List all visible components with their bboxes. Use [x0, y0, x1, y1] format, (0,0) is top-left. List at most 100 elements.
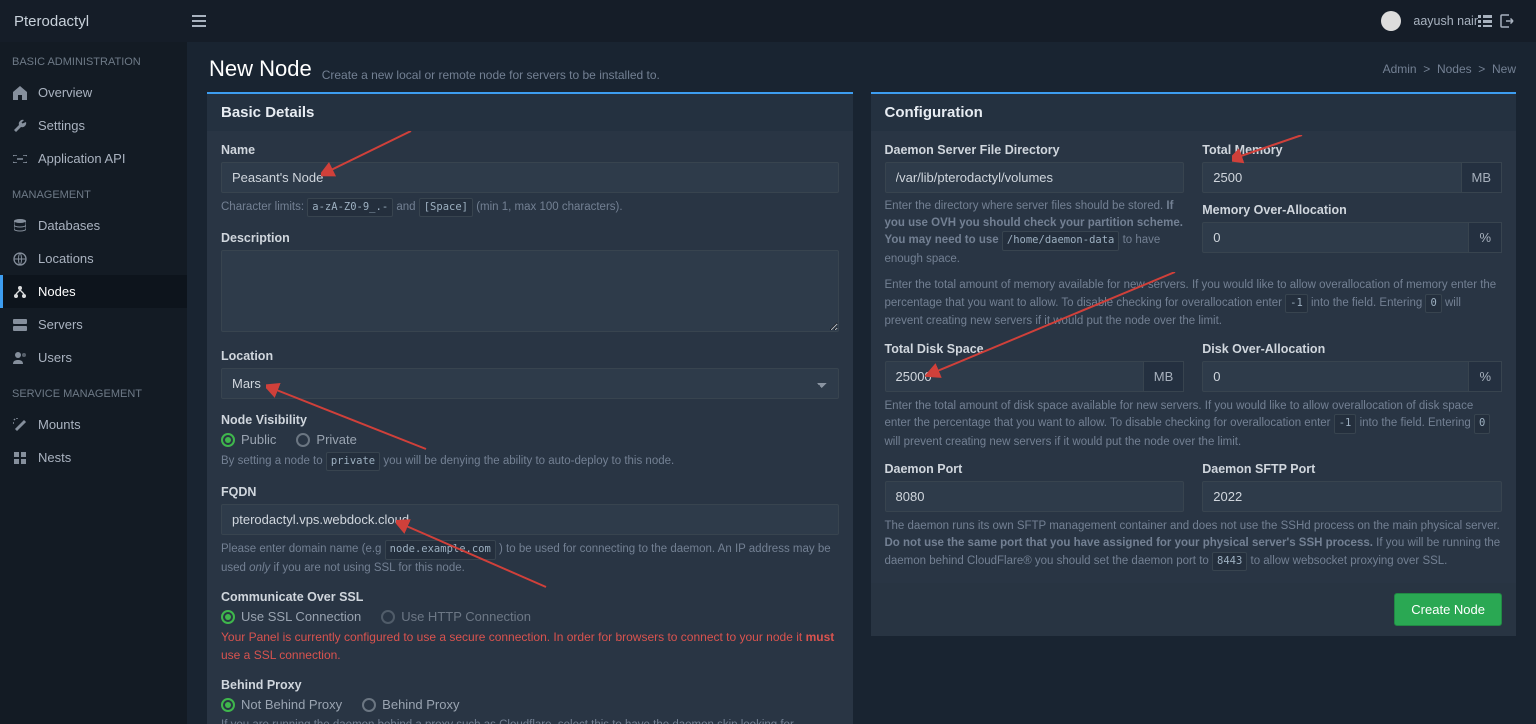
memory-label: Total Memory: [1202, 143, 1502, 157]
disk-help: Enter the total amount of disk space ava…: [885, 398, 1503, 451]
sidebar-item-servers[interactable]: Servers: [0, 308, 187, 341]
fqdn-input[interactable]: [221, 504, 839, 535]
location-select[interactable]: Mars: [221, 368, 839, 399]
radio-dot-icon: [296, 433, 310, 447]
list-icon: [1478, 15, 1492, 27]
avatar: [1381, 11, 1401, 31]
visibility-help: By setting a node to private you will be…: [221, 452, 839, 471]
memover-label: Memory Over-Allocation: [1202, 203, 1502, 217]
visibility-private-radio[interactable]: Private: [296, 432, 356, 447]
memory-help: Enter the total amount of memory availab…: [885, 277, 1503, 330]
radio-dot-icon: [221, 610, 235, 624]
sidebar-toggle[interactable]: [184, 11, 214, 31]
dir-input[interactable]: [885, 162, 1185, 193]
visibility-label: Node Visibility: [221, 413, 839, 427]
fqdn-help: Please enter domain name (e.g node.examp…: [221, 540, 839, 576]
sidebar-item-mounts[interactable]: Mounts: [0, 408, 187, 441]
sidebar-label: Nodes: [38, 284, 76, 299]
radio-dot-icon: [381, 610, 395, 624]
daemon-port-label: Daemon Port: [885, 462, 1185, 476]
memory-unit: MB: [1462, 162, 1503, 193]
home-icon: [12, 86, 28, 100]
description-input[interactable]: [221, 250, 839, 332]
page-title: New Node: [209, 56, 312, 82]
disk-label: Total Disk Space: [885, 342, 1185, 356]
name-label: Name: [221, 143, 839, 157]
fqdn-label: FQDN: [221, 485, 839, 499]
top-bar: Pterodactyl aayush nair: [0, 0, 1536, 42]
sidebar-item-overview[interactable]: Overview: [0, 76, 187, 109]
magic-icon: [12, 418, 28, 432]
sidebar-item-nests[interactable]: Nests: [0, 441, 187, 474]
side-header-basic: BASIC ADMINISTRATION: [0, 42, 187, 76]
dir-label: Daemon Server File Directory: [885, 143, 1185, 157]
ssl-label: Communicate Over SSL: [221, 590, 839, 604]
radio-dot-icon: [221, 433, 235, 447]
visibility-public-radio[interactable]: Public: [221, 432, 276, 447]
sftp-port-input[interactable]: [1202, 481, 1502, 512]
breadcrumb-admin[interactable]: Admin: [1383, 62, 1417, 76]
exit-admin-button[interactable]: [1478, 15, 1500, 27]
ssl-http-radio[interactable]: Use HTTP Connection: [381, 609, 531, 624]
sidebar-item-users[interactable]: Users: [0, 341, 187, 374]
panel-header: Configuration: [871, 94, 1517, 131]
sidebar-label: Databases: [38, 218, 100, 233]
sftp-port-label: Daemon SFTP Port: [1202, 462, 1502, 476]
page-subtitle: Create a new local or remote node for se…: [322, 68, 660, 82]
daemon-port-input[interactable]: [885, 481, 1185, 512]
memory-input[interactable]: [1202, 162, 1461, 193]
hamburger-icon: [192, 15, 206, 27]
user-menu[interactable]: aayush nair: [1381, 11, 1478, 31]
breadcrumb: Admin > Nodes > New: [1383, 62, 1516, 76]
users-icon: [12, 352, 28, 364]
dir-help: Enter the directory where server files s…: [885, 198, 1185, 267]
sidebar: BASIC ADMINISTRATION Overview Settings A…: [0, 42, 187, 724]
proxy-behind-radio[interactable]: Behind Proxy: [362, 697, 459, 712]
grid-icon: [12, 452, 28, 464]
proxy-none-radio[interactable]: Not Behind Proxy: [221, 697, 342, 712]
proxy-label: Behind Proxy: [221, 678, 839, 692]
port-help: The daemon runs its own SFTP management …: [885, 518, 1503, 571]
diskover-unit: %: [1469, 361, 1502, 392]
sidebar-item-nodes[interactable]: Nodes: [0, 275, 187, 308]
server-icon: [12, 319, 28, 331]
radio-dot-icon: [221, 698, 235, 712]
breadcrumb-current: New: [1492, 62, 1516, 76]
disk-input[interactable]: [885, 361, 1144, 392]
sidebar-item-api[interactable]: Application API: [0, 142, 187, 175]
database-icon: [12, 219, 28, 233]
proxy-help: If you are running the daemon behind a p…: [221, 717, 839, 724]
page-header: New Node Create a new local or remote no…: [187, 42, 1536, 92]
sidebar-item-settings[interactable]: Settings: [0, 109, 187, 142]
sidebar-label: Nests: [38, 450, 71, 465]
description-label: Description: [221, 231, 839, 245]
memover-unit: %: [1469, 222, 1502, 253]
breadcrumb-nodes[interactable]: Nodes: [1437, 62, 1472, 76]
sidebar-label: Servers: [38, 317, 83, 332]
sidebar-label: Application API: [38, 151, 125, 166]
sidebar-label: Users: [38, 350, 72, 365]
name-input[interactable]: [221, 162, 839, 193]
side-header-management: MANAGEMENT: [0, 175, 187, 209]
logout-button[interactable]: [1500, 14, 1522, 28]
diskover-label: Disk Over-Allocation: [1202, 342, 1502, 356]
name-help: Character limits: a-zA-Z0-9_.- and [Spac…: [221, 198, 839, 217]
nodes-icon: [12, 285, 28, 299]
basic-details-panel: Basic Details Name Character limits: a-z…: [207, 92, 853, 724]
diskover-input[interactable]: [1202, 361, 1469, 392]
link-icon: [12, 155, 28, 163]
sidebar-item-databases[interactable]: Databases: [0, 209, 187, 242]
ssl-use-radio[interactable]: Use SSL Connection: [221, 609, 361, 624]
configuration-panel: Configuration Daemon Server File Directo…: [871, 92, 1517, 636]
location-label: Location: [221, 349, 839, 363]
panel-header: Basic Details: [207, 94, 853, 131]
sidebar-item-locations[interactable]: Locations: [0, 242, 187, 275]
user-name-label: aayush nair: [1413, 14, 1478, 28]
create-node-button[interactable]: Create Node: [1394, 593, 1502, 626]
globe-icon: [12, 252, 28, 266]
wrench-icon: [12, 119, 28, 133]
disk-unit: MB: [1144, 361, 1185, 392]
memover-input[interactable]: [1202, 222, 1469, 253]
sidebar-label: Settings: [38, 118, 85, 133]
sidebar-label: Locations: [38, 251, 94, 266]
